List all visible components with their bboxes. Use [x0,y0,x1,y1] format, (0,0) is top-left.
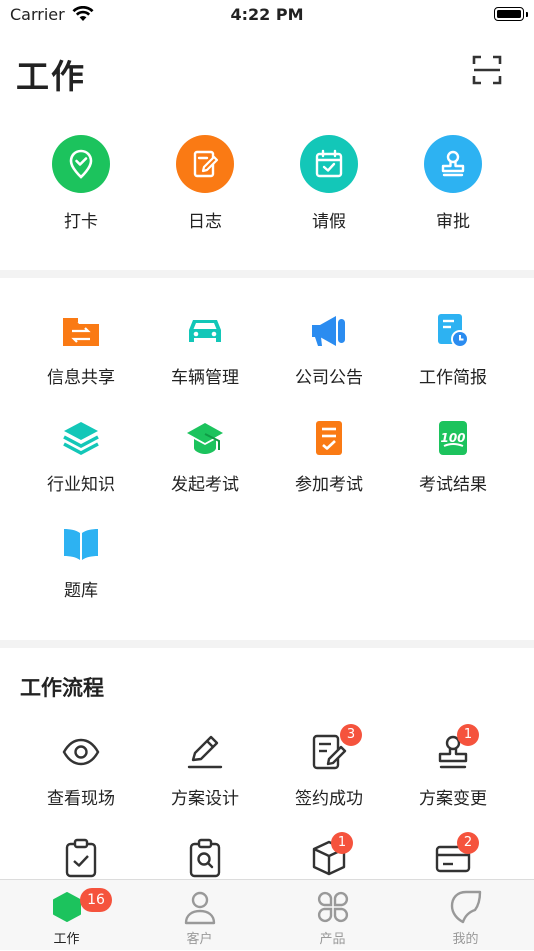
app-item-start-exam[interactable]: 发起考试 [143,418,267,495]
layers-icon [63,422,99,455]
quick-label: 打卡 [64,212,98,232]
notification-badge: 1 [457,724,479,746]
pencil-icon [187,735,223,769]
log-circle [176,135,234,193]
workflow-item-contract-signed[interactable]: 3 签约成功 [267,724,391,809]
quick-item-clock-in[interactable]: 打卡 [19,135,143,232]
app-label: 工作简报 [419,368,487,388]
leaf-icon [450,890,482,924]
report-clock-icon [438,314,469,348]
app-item-info-share[interactable]: 信息共享 [19,311,143,388]
workflow-item-site-view[interactable]: 查看现场 [19,732,143,809]
section-divider [0,640,534,648]
workflow-item-plan-design[interactable]: 方案设计 [143,732,267,809]
tab-label: 我的 [452,932,479,947]
tab-mine[interactable]: 我的 [399,880,532,951]
clock-in-circle [52,135,110,193]
scan-icon[interactable] [472,55,502,85]
quick-item-approval[interactable]: 审批 [391,135,515,232]
quick-item-leave[interactable]: 请假 [267,135,391,232]
book-icon [64,529,98,560]
notification-badge: 3 [340,724,362,746]
workflow-label: 方案变更 [419,789,487,809]
app-label: 参加考试 [295,475,363,495]
app-label: 公司公告 [295,368,363,388]
app-label: 题库 [64,581,98,601]
clipboard-check-icon [65,838,97,878]
page-title: 工作 [16,57,86,96]
app-label: 考试结果 [419,475,487,495]
calendar-check-icon [315,149,343,178]
approval-circle [424,135,482,193]
tab-badge: 16 [80,888,112,912]
tab-label: 客户 [186,932,213,947]
app-item-join-exam[interactable]: 参加考试 [267,418,391,495]
leave-circle [300,135,358,193]
tab-customers[interactable]: 客户 [133,880,266,951]
notification-badge: 2 [457,832,479,854]
svg-text:100: 100 [440,431,465,445]
tab-work[interactable]: 16 工作 [0,880,133,951]
checklist-icon [316,421,342,455]
quick-item-log[interactable]: 日志 [143,135,267,232]
app-item-work-report[interactable]: 工作简报 [391,311,515,388]
app-label: 车辆管理 [171,368,239,388]
tab-bar: 16 工作 客户 产品 我的 [0,879,534,950]
workflow-title: 工作流程 [20,676,104,700]
app-item-question-bank[interactable]: 题库 [19,524,143,601]
grid-clover-icon [317,891,349,923]
section-divider [0,270,534,278]
graduation-cap-icon [187,423,223,454]
app-item-industry-knowledge[interactable]: 行业知识 [19,418,143,495]
stamp-icon [441,150,465,177]
quick-label: 审批 [436,212,470,232]
notification-badge: 1 [331,832,353,854]
workflow-item-plan-change[interactable]: 1 方案变更 [391,724,515,809]
tab-label: 产品 [319,932,346,947]
app-label: 发起考试 [171,475,239,495]
score-100-icon: 100 [439,421,467,455]
app-item-vehicle[interactable]: 车辆管理 [143,311,267,388]
clipboard-search-icon [189,838,221,878]
car-icon [189,320,221,342]
workflow-label: 查看现场 [47,789,115,809]
tab-products[interactable]: 产品 [266,880,399,951]
header: 工作 [0,40,534,100]
megaphone-icon [312,316,345,346]
folder-share-icon [63,318,99,346]
app-item-exam-result[interactable]: 100 考试结果 [391,418,515,495]
quick-actions: 打卡 日志 请假 审批 [0,110,534,270]
person-icon [184,891,216,925]
clock: 4:22 PM [230,5,304,24]
app-item-announcement[interactable]: 公司公告 [267,311,391,388]
apps-grid: 信息共享 车辆管理 公司公告 工作简报 行业知识 发起考试 参加考试 100 考… [0,278,534,640]
tab-label: 工作 [53,932,80,947]
edit-doc-icon [193,150,219,178]
status-bar: Carrier 4:22 PM [0,0,534,32]
quick-label: 请假 [312,212,346,232]
workflow-label: 方案设计 [171,789,239,809]
app-label: 信息共享 [47,368,115,388]
app-label: 行业知识 [47,475,115,495]
battery-icon [494,7,528,21]
quick-label: 日志 [188,212,222,232]
eye-icon [62,738,100,766]
location-check-icon [69,149,93,179]
workflow-label: 签约成功 [295,789,363,809]
